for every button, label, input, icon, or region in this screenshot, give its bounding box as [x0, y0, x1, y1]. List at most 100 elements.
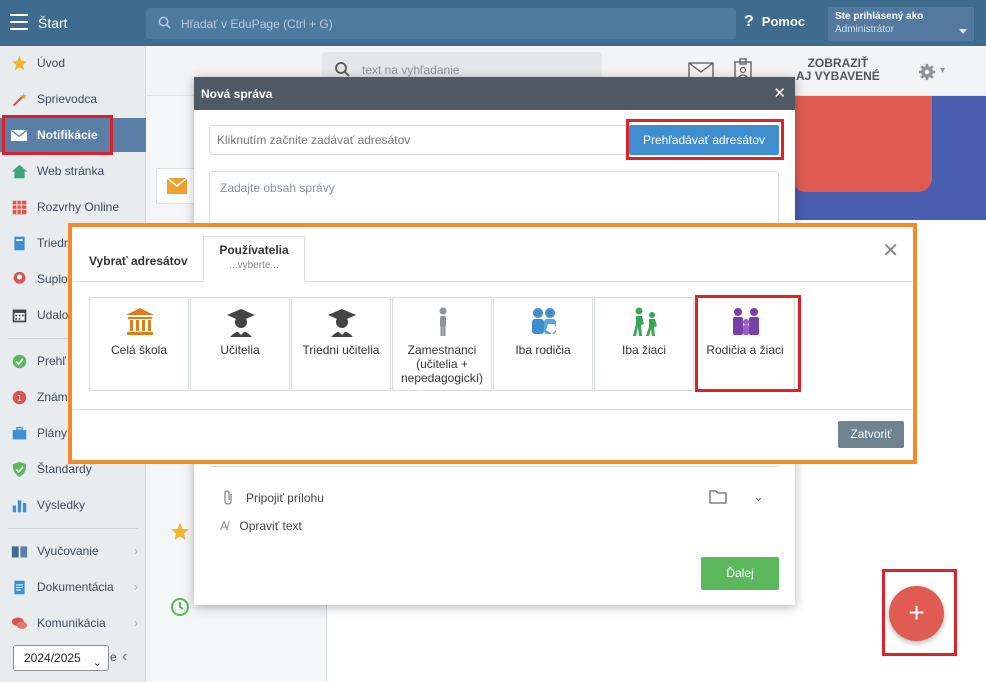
chevron-down-icon[interactable]: ▾: [940, 65, 945, 76]
students-icon: [633, 307, 657, 336]
close-icon[interactable]: ✕: [773, 84, 786, 102]
school-icon: [126, 308, 154, 335]
help-button[interactable]: ? Pomoc: [744, 13, 805, 31]
highlight-add-button: [882, 569, 957, 656]
close-icon[interactable]: ✕: [882, 238, 899, 263]
parents-icon: [532, 308, 557, 334]
grid-icon: [12, 200, 27, 214]
sidebar-item-label: Plány: [37, 426, 68, 440]
dialog-header: Nová správa ✕: [194, 77, 795, 110]
tile-employees[interactable]: Zamestnanci (učitelia + nepedagogickí): [392, 297, 492, 391]
teacher-icon: [227, 309, 255, 337]
sidebar-item-rozvrhy-online[interactable]: Rozvrhy Online: [0, 190, 146, 224]
tile-teachers[interactable]: Učitelia: [190, 297, 290, 391]
collapse-sidebar-icon[interactable]: ‹: [122, 648, 127, 666]
highlight-parents-and-students: [695, 295, 801, 392]
sidebar-item-label: Suplo: [37, 272, 68, 286]
sidebar-item-vyucovanie[interactable]: Vyučovanie ›: [0, 534, 146, 568]
calendar-icon: [12, 309, 27, 322]
tile-parents-only[interactable]: Iba rodičia: [493, 297, 593, 391]
person-icon: [13, 271, 26, 284]
svg-text:1: 1: [17, 393, 22, 402]
global-search-input[interactable]: Hľadať v EduPage (Ctrl + G): [146, 8, 736, 39]
tile-label: Zamestnanci (učitelia + nepedagogickí): [400, 343, 484, 385]
spellcheck-button[interactable]: A̸ Opraviť text: [220, 519, 302, 533]
promo-banner: [792, 96, 986, 220]
sidebar-item-label: Udalo: [37, 308, 69, 322]
chevron-right-icon: ›: [134, 580, 138, 594]
tile-whole-school[interactable]: Celá škola: [89, 297, 189, 391]
sidebar-item-vysledky[interactable]: Výsledky: [0, 488, 146, 522]
help-label: Pomoc: [761, 14, 806, 29]
highlight-browse-recipients: [626, 119, 784, 160]
bar-chart-icon: [12, 499, 27, 512]
employee-icon: [439, 307, 447, 336]
sidebar-truncated-label: e: [110, 650, 117, 664]
tab-select-recipients[interactable]: Vybrať adresátov: [89, 254, 188, 268]
sidebar-item-label: Triedn: [37, 236, 71, 250]
show-resolved-toggle[interactable]: ZOBRAZIŤ AJ VYBAVENÉ: [796, 57, 880, 83]
user-logged-label: Ste prihlásený ako: [835, 11, 924, 22]
sidebar-item-label: Web stránka: [37, 164, 105, 178]
search-icon: [158, 16, 171, 29]
folder-icon[interactable]: [709, 489, 731, 505]
chevron-down-icon: ⌄: [92, 657, 102, 669]
grade-icon: 1: [12, 390, 27, 404]
notification-card[interactable]: [156, 168, 196, 204]
shield-icon: [12, 461, 27, 477]
sidebar-item-uvod[interactable]: Úvod: [0, 46, 146, 80]
speech-bubble-graphic: [792, 96, 932, 192]
global-search-placeholder: Hľadať v EduPage (Ctrl + G): [181, 17, 333, 31]
tile-label: Iba rodičia: [515, 343, 571, 357]
user-menu[interactable]: Ste prihlásený ako Administrátor: [828, 7, 974, 41]
gear-icon[interactable]: [918, 63, 936, 81]
tab-users[interactable]: Používatelia ...vyberte...: [203, 236, 305, 282]
school-year-select[interactable]: 2024/2025 ⌄: [13, 645, 109, 671]
chevron-right-icon: ›: [134, 544, 138, 558]
next-button[interactable]: Ďalej: [701, 557, 779, 590]
app-title[interactable]: Štart: [38, 15, 68, 31]
tile-students-only[interactable]: Iba žiaci: [594, 297, 694, 391]
tile-label: Iba žiaci: [621, 343, 667, 357]
notification-search-placeholder: text na vyhľadanie: [362, 63, 460, 77]
book-icon: [14, 236, 25, 250]
check-circle-icon: [12, 354, 27, 368]
chevron-down-icon: [959, 29, 967, 34]
sidebar-item-komunikacia[interactable]: Komunikácia ›: [0, 606, 146, 640]
sidebar-item-sprievodca[interactable]: Sprievodca: [0, 82, 146, 116]
spellcheck-label: Opraviť text: [239, 519, 302, 533]
menu-icon[interactable]: [10, 14, 28, 30]
sidebar-item-label: Dokumentácia: [37, 580, 114, 594]
help-icon: ?: [744, 13, 754, 30]
sidebar-item-label: Rozvrhy Online: [37, 200, 120, 214]
user-role: Administrátor: [835, 24, 894, 35]
top-bar: Štart Hľadať v EduPage (Ctrl + G) ? Pomoc…: [0, 0, 986, 46]
sidebar-item-label: Znám: [37, 390, 68, 404]
sidebar-item-web-stranka[interactable]: Web stránka: [0, 154, 146, 188]
close-picker-button[interactable]: Zatvoriť: [838, 421, 904, 448]
chevron-down-icon[interactable]: ⌄: [753, 489, 764, 505]
spellcheck-icon: A̸: [220, 519, 229, 533]
star-icon: [11, 55, 28, 70]
chat-icon: [11, 617, 28, 629]
picker-tabs: Vybrať adresátov Používatelia ...vyberte…: [72, 227, 913, 282]
sidebar-item-label: Sprievodca: [37, 92, 98, 106]
tile-class-teachers[interactable]: Triedni učitelia: [291, 297, 391, 391]
recipients-input[interactable]: Kliknutím začnite zadávať adresátov: [209, 125, 627, 155]
books-icon: [11, 545, 28, 557]
show-resolved-line2: AJ VYBAVENÉ: [796, 69, 880, 83]
attach-file-button[interactable]: Pripojiť prílohu: [222, 490, 324, 506]
sidebar-item-label: Vyučovanie: [37, 544, 99, 558]
sidebar-item-label: Výsledky: [37, 498, 86, 512]
paperclip-icon: [224, 490, 232, 505]
sidebar-item-label: Štandardy: [37, 462, 92, 476]
briefcase-icon: [12, 426, 27, 439]
search-icon: [335, 62, 350, 77]
attach-file-label: Pripojiť prílohu: [246, 491, 324, 505]
sidebar-item-dokumentacia[interactable]: Dokumentácia ›: [0, 570, 146, 604]
home-icon: [11, 164, 28, 178]
highlight-notifications: [2, 115, 113, 155]
picker-footer-divider: [72, 409, 913, 410]
sidebar-divider: [8, 528, 138, 529]
tab-users-sub: ...vyberte...: [229, 260, 279, 271]
